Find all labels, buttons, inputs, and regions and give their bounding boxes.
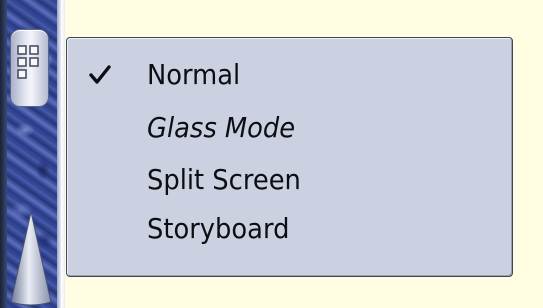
- grid-layout-icon: [17, 45, 39, 79]
- scroll-up-arrow-icon[interactable]: [9, 210, 53, 308]
- toolbar-bevel: [57, 0, 65, 308]
- checkmark-icon: [89, 65, 111, 84]
- window-left-edge: [0, 0, 7, 308]
- view-layout-button[interactable]: [10, 29, 49, 107]
- menu-item-split-screen[interactable]: Split Screen: [67, 156, 512, 204]
- menu-item-label: Storyboard: [147, 212, 290, 245]
- menu-item-normal[interactable]: Normal: [67, 51, 512, 99]
- menu-item-label: Split Screen: [147, 163, 301, 196]
- menu-item-label: Normal: [147, 58, 241, 91]
- menu-item-glass-mode[interactable]: Glass Mode: [67, 104, 512, 152]
- view-mode-menu: Normal Glass Mode Split Screen Storyboar…: [66, 37, 513, 277]
- menu-item-label: Glass Mode: [147, 111, 296, 144]
- menu-item-storyboard[interactable]: Storyboard: [67, 205, 512, 253]
